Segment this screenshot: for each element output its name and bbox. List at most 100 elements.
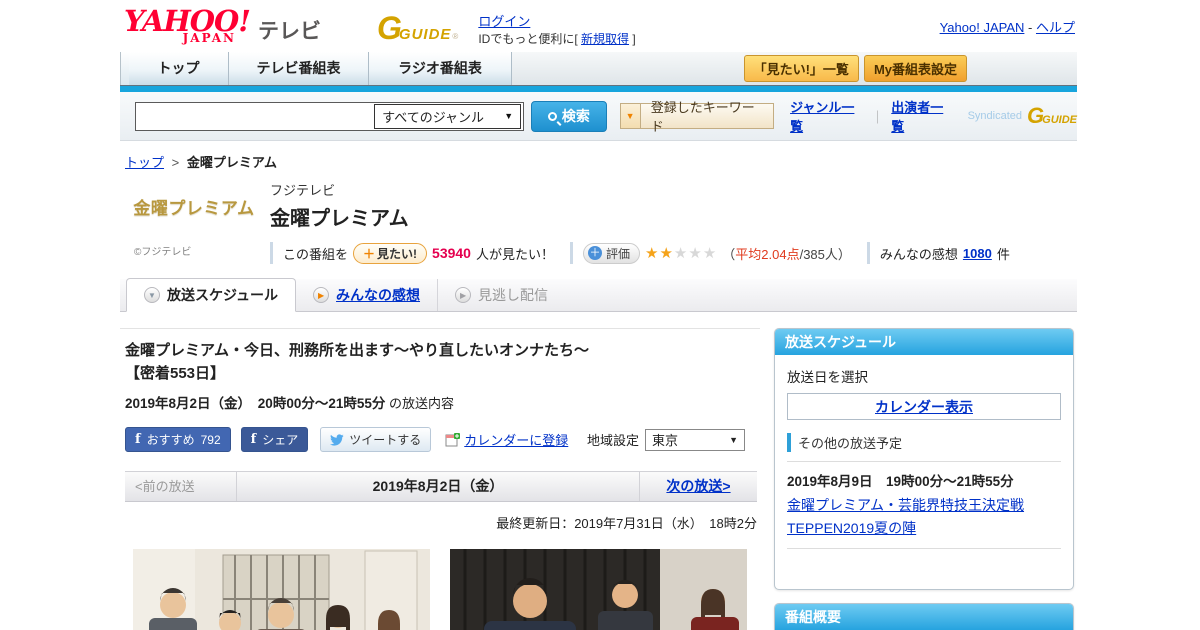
genre-list-link[interactable]: ジャンル一覧 — [790, 97, 864, 135]
facebook-icon: f — [250, 432, 257, 447]
page: YAHOO! JAPAN テレビ G GUIDE ® ログイン IDでもっと便利… — [0, 0, 1200, 630]
keywords-button-label: 登録したキーワード — [650, 100, 755, 134]
search-input[interactable] — [136, 102, 386, 130]
rating-stars: ★★★★★ — [645, 244, 717, 262]
facebook-icon: f — [135, 432, 141, 447]
episode-title: 金曜プレミアム・今日、刑務所を出ます～やり直したいオンナたち～【密着553日】 — [125, 342, 589, 383]
nav-edge — [120, 52, 129, 85]
next-broadcast-title-link[interactable]: 金曜プレミアム・芸能界特技王決定戦TEPPEN2019夏の陣 — [787, 494, 1061, 540]
nav-buttons: 「見たい!」一覧 My番組表設定 — [743, 52, 967, 85]
breadcrumb-current: 金曜プレミアム — [186, 155, 277, 170]
rating-average-value: 平均2.04点 — [735, 246, 800, 262]
tab-label: 見逃し配信 — [478, 287, 549, 303]
region-select[interactable]: 東京 ▼ — [645, 428, 745, 451]
rate-button[interactable]: ＋ 評価 — [582, 242, 640, 264]
mitai-button-label: 見たい! — [377, 246, 418, 261]
social-row: f おすすめ 792 f シェア ツイートする カレンダーに登録 地域設定 東京… — [125, 427, 757, 452]
facebook-share-button[interactable]: f シェア — [240, 427, 309, 452]
gguide-small-logo: G GUIDE — [1027, 105, 1077, 127]
mitai-post-label: 人が見たい！ — [475, 246, 554, 262]
facebook-recommend-button[interactable]: f おすすめ 792 — [125, 427, 231, 452]
mitai-button[interactable]: ＋ 見たい! — [353, 242, 428, 264]
pager-current-date: 2019年8月2日（金） — [372, 478, 504, 494]
episode-datetime-suffix: の放送内容 — [385, 395, 454, 411]
mitai-pre-label: この番組を — [283, 246, 349, 262]
divider — [787, 548, 1061, 550]
calendar-display-button[interactable]: カレンダー表示 — [787, 393, 1061, 420]
star-icon: ★ — [659, 245, 674, 262]
nav-tab-top[interactable]: トップ — [129, 52, 229, 85]
mitai-stat: この番組を ＋ 見たい! 53940 人が見たい！ — [270, 242, 554, 264]
logo-copyright: ©フジテレビ — [134, 247, 192, 258]
tab-broadcast-schedule[interactable]: ▼ 放送スケジュール — [126, 278, 297, 312]
tab-everyones-reviews[interactable]: ▶ みんなの感想 — [296, 279, 439, 311]
nav-tab-radio-listings[interactable]: ラジオ番組表 — [369, 52, 512, 85]
program-overview-box: 番組概要 金曜プレミアム レギュラー放送：金曜 20時00分～21時55分 — [774, 603, 1074, 630]
next-broadcast-link[interactable]: 次の放送> — [639, 471, 757, 501]
tweet-button[interactable]: ツイートする — [320, 427, 432, 452]
top-header: YAHOO! JAPAN テレビ G GUIDE ® ログイン IDでもっと便利… — [120, 0, 1077, 52]
plus-icon: ＋ — [587, 246, 602, 260]
next-broadcast-label: 次の放送> — [666, 477, 731, 494]
program-logo-image: 金曜プレミアム — [133, 199, 255, 219]
registered-keywords-button[interactable]: ▼ 登録したキーワード — [619, 100, 775, 134]
performer-list-link[interactable]: 出演者一覧 — [891, 97, 953, 135]
divider — [787, 461, 1061, 462]
reviews-label: みんなの感想 — [879, 246, 958, 262]
mitai-list-button[interactable]: 「見たい!」一覧 — [743, 55, 859, 82]
fb-recommend-count: 792 — [200, 432, 221, 447]
tab-label: みんなの感想 — [336, 287, 421, 303]
calendar-display-link: カレンダー表示 — [875, 398, 973, 415]
calendar-icon — [445, 432, 461, 446]
genre-select[interactable]: すべてのジャンル ▼ — [374, 103, 522, 129]
genre-select-value: すべてのジャンル — [382, 109, 485, 125]
link-separator: - — [1028, 20, 1033, 35]
chevron-down-icon: ▼ — [729, 434, 738, 445]
episode-content: 金曜プレミアム・今日、刑務所を出ます～やり直したいオンナたち～【密着553日】 … — [120, 328, 760, 630]
login-note-end: ] — [632, 32, 636, 46]
region-setting: 地域設定 東京 ▼ — [586, 428, 745, 451]
episode-photo-1 — [133, 548, 430, 630]
reviews-unit: 件 — [996, 246, 1010, 262]
broadcast-schedule-box: 放送スケジュール 放送日を選択 カレンダー表示 その他の放送予定 2019年8月… — [774, 328, 1074, 591]
add-to-calendar[interactable]: カレンダーに登録 — [445, 430, 568, 449]
schedule-box-header: 放送スケジュール — [775, 329, 1073, 355]
keywords-dropdown-icon: ▼ — [620, 104, 641, 128]
tab-missed-broadcast[interactable]: ▶ 見逃し配信 — [438, 279, 565, 311]
episode-datetime: 2019年8月2日（金） 20時00分～21時55分 の放送内容 — [125, 392, 757, 412]
gguide-word: GUIDE — [1042, 114, 1077, 126]
my-schedule-button[interactable]: My番組表設定 — [863, 55, 967, 82]
sidebar: 放送スケジュール 放送日を選択 カレンダー表示 その他の放送予定 2019年8月… — [774, 328, 1074, 630]
last-updated: 最終更新日：2019年7月31日（水） 18時2分 — [496, 515, 757, 531]
episode-photos — [125, 548, 757, 630]
breadcrumb-home-link[interactable]: トップ — [125, 155, 164, 170]
region-label: 地域設定 — [586, 433, 639, 448]
search-button-label: 検索 — [561, 108, 590, 124]
region-select-value: 東京 — [652, 433, 679, 448]
register-link[interactable]: 新規取得 — [581, 32, 629, 46]
breadcrumb: トップ > 金曜プレミアム — [120, 152, 1077, 171]
tweet-label: ツイートする — [349, 433, 422, 447]
help-link[interactable]: ヘルプ — [1036, 20, 1075, 35]
star-icon: ★ — [688, 245, 703, 262]
yahoo-japan-logo[interactable]: YAHOO! JAPAN — [124, 7, 251, 46]
search-links: ジャンル一覧 ｜ 出演者一覧 — [790, 97, 954, 135]
nav-tab-tv-listings[interactable]: テレビ番組表 — [229, 52, 369, 85]
search-button[interactable]: 検索 — [531, 100, 607, 132]
chevron-down-circle-icon: ▼ — [144, 287, 160, 303]
breadcrumb-separator: > — [171, 155, 180, 170]
gguide-logo: G GUIDE ® — [377, 12, 458, 44]
previous-broadcast-button[interactable]: <前の放送 — [125, 471, 237, 501]
play-circle-icon: ▶ — [313, 287, 330, 303]
yahoo-japan-link[interactable]: Yahoo! JAPAN — [940, 20, 1025, 35]
program-logo-block: 金曜プレミアム ©フジテレビ — [132, 180, 256, 264]
main-nav: トップ テレビ番組表 ラジオ番組表 「見たい!」一覧 My番組表設定 — [120, 52, 1077, 86]
play-circle-icon: ▶ — [455, 287, 472, 303]
program-header: 金曜プレミアム ©フジテレビ フジテレビ 金曜プレミアム この番組を ＋ 見たい… — [120, 180, 1077, 264]
chevron-down-icon: ▼ — [504, 111, 514, 121]
star-icon: ★ — [702, 245, 718, 262]
program-title: 金曜プレミアム — [270, 208, 409, 230]
search-icon — [547, 111, 557, 121]
login-link[interactable]: ログイン — [478, 14, 530, 29]
reviews-count-link[interactable]: 1080 — [963, 246, 992, 261]
